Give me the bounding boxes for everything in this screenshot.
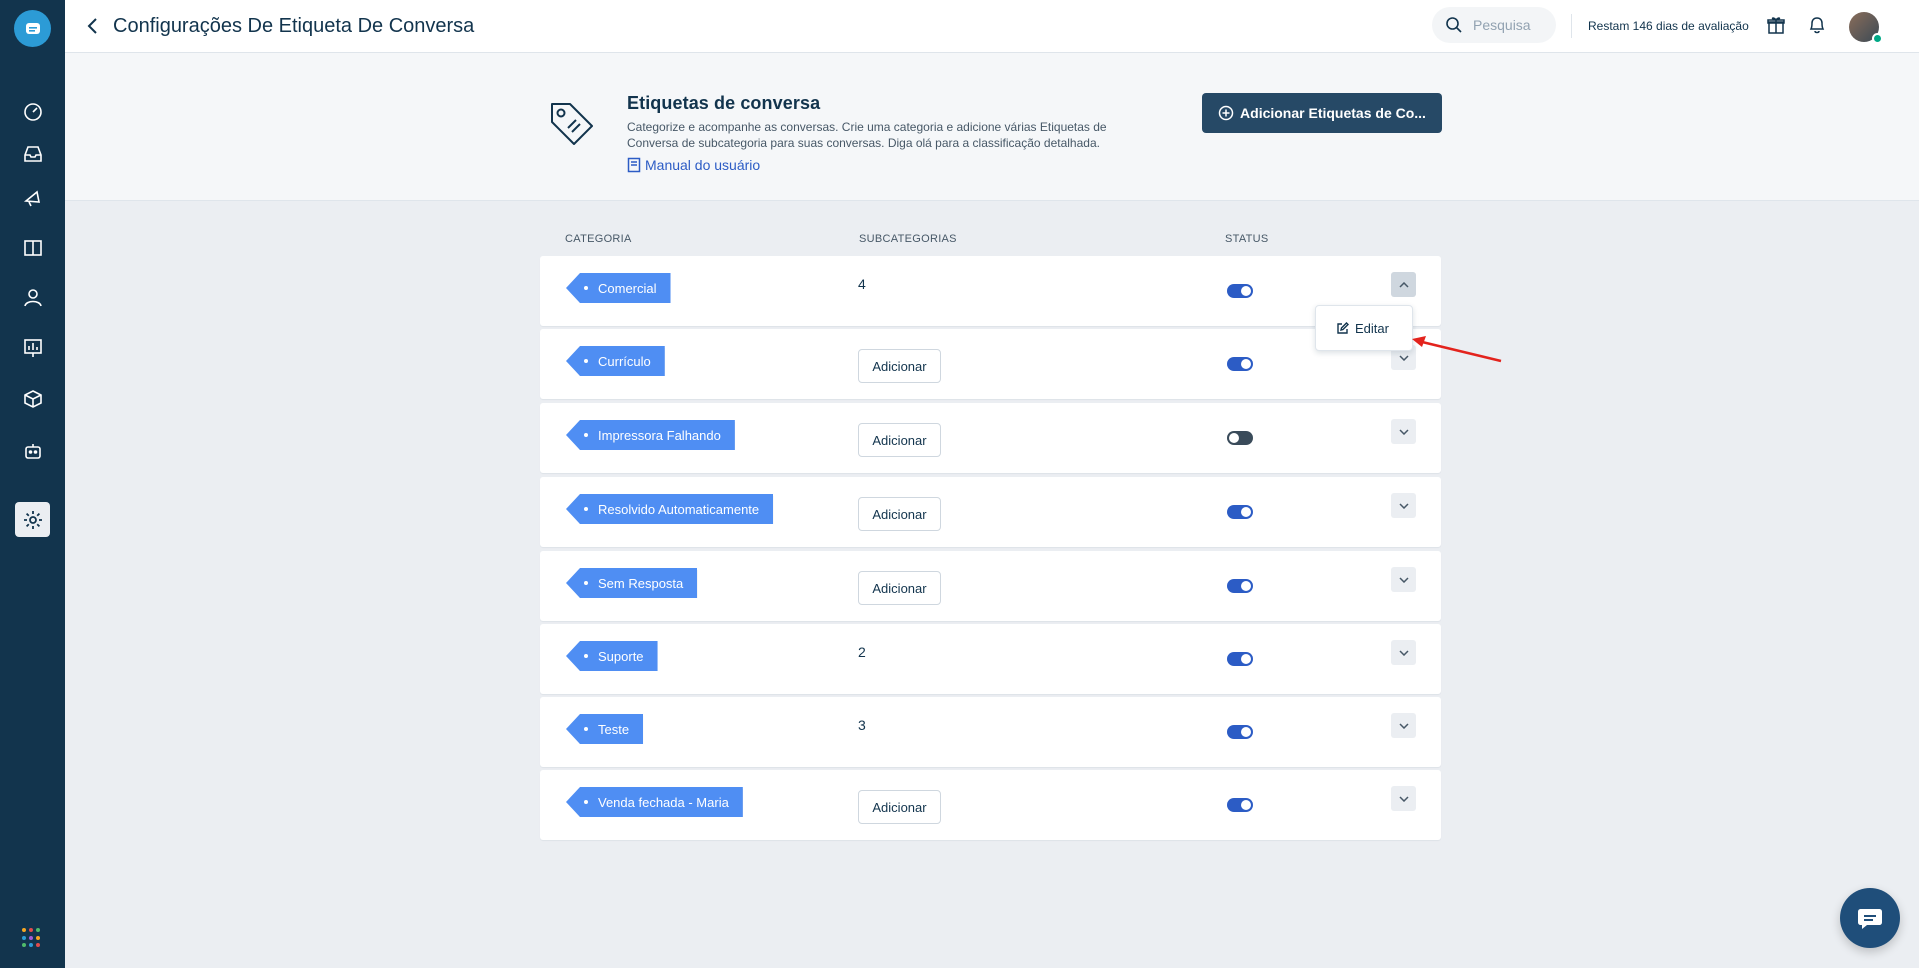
category-tag: Teste: [566, 714, 644, 744]
add-conversation-tags-button[interactable]: Adicionar Etiquetas de Co...: [1202, 93, 1442, 133]
status-toggle[interactable]: [1227, 579, 1253, 593]
contact-icon[interactable]: [15, 279, 50, 314]
edit-dropdown-menu: Editar: [1315, 305, 1413, 351]
reports-icon[interactable]: [15, 330, 50, 365]
campaign-icon[interactable]: [15, 180, 50, 215]
search-placeholder: Pesquisa: [1473, 17, 1531, 33]
subcategory-count[interactable]: 4: [858, 276, 866, 292]
book-icon[interactable]: [15, 230, 50, 265]
manual-book-icon: [627, 157, 641, 173]
column-header-subcategories: SUBCATEGORIAS: [859, 233, 957, 245]
chevron-down-icon[interactable]: [1391, 567, 1416, 592]
table-row: Suporte 2: [540, 624, 1441, 694]
add-circle-icon: [1218, 105, 1234, 121]
search-icon: [1446, 17, 1462, 33]
table-row: Venda fechada - Maria Adicionar: [540, 770, 1441, 840]
add-subcategory-button[interactable]: Adicionar: [858, 423, 941, 457]
subcategory-count[interactable]: 2: [858, 644, 866, 660]
category-tag: Suporte: [566, 641, 658, 671]
header-title: Etiquetas de conversa: [627, 93, 821, 113]
table-row: Impressora Falhando Adicionar: [540, 403, 1441, 473]
chevron-down-icon[interactable]: [1391, 786, 1416, 811]
add-subcategory-button[interactable]: Adicionar: [858, 790, 941, 824]
table-row: Comercial 4: [540, 256, 1441, 326]
table-row: Resolvido Automaticamente Adicionar: [540, 477, 1441, 547]
category-tag: Comercial: [566, 273, 671, 303]
settings-icon[interactable]: [15, 502, 50, 537]
chat-logo-icon[interactable]: [14, 10, 51, 47]
chevron-down-icon[interactable]: [1391, 713, 1416, 738]
status-toggle[interactable]: [1227, 431, 1253, 445]
tag-icon: [546, 98, 598, 155]
chevron-up-icon[interactable]: [1391, 272, 1416, 297]
column-header-category: CATEGORIA: [565, 233, 632, 245]
chat-widget-button[interactable]: [1840, 888, 1900, 948]
status-toggle[interactable]: [1227, 798, 1253, 812]
top-bar: Configurações De Etiqueta De Conversa Pe…: [65, 0, 1919, 53]
chevron-down-icon[interactable]: [1391, 493, 1416, 518]
search-input[interactable]: Pesquisa: [1432, 7, 1556, 43]
manual-link-label: Manual do usuário: [645, 157, 761, 173]
category-tag: Currículo: [566, 346, 665, 376]
bot-icon[interactable]: [15, 433, 50, 468]
table-row: Sem Resposta Adicionar: [540, 551, 1441, 621]
edit-icon: [1337, 321, 1349, 334]
add-subcategory-button[interactable]: Adicionar: [858, 497, 941, 531]
trial-status[interactable]: Restam 146 dias de avaliação: [1588, 19, 1749, 33]
add-subcategory-button[interactable]: Adicionar: [858, 349, 941, 383]
add-button-label: Adicionar Etiquetas de Co...: [1240, 105, 1426, 121]
status-toggle[interactable]: [1227, 652, 1253, 666]
chat-fab-icon: [1858, 909, 1882, 929]
online-status-indicator: [1872, 33, 1883, 44]
status-toggle[interactable]: [1227, 284, 1253, 298]
subcategory-count[interactable]: 3: [858, 717, 866, 733]
table-row: Currículo Adicionar: [540, 329, 1441, 399]
bell-icon[interactable]: [1806, 14, 1828, 36]
chevron-down-icon[interactable]: [1391, 640, 1416, 665]
category-tag: Resolvido Automaticamente: [566, 494, 774, 524]
table-row: Teste 3: [540, 697, 1441, 767]
category-tag: Venda fechada - Maria: [566, 787, 743, 817]
dashboard-icon[interactable]: [15, 94, 50, 129]
edit-menu-item[interactable]: Editar: [1355, 321, 1389, 336]
gift-icon[interactable]: [1765, 14, 1787, 36]
status-toggle[interactable]: [1227, 357, 1253, 371]
add-subcategory-button[interactable]: Adicionar: [858, 571, 941, 605]
header-description: Categorize e acompanhe as conversas. Cri…: [627, 120, 1107, 150]
annotation-arrow: [1412, 336, 1502, 363]
box-icon[interactable]: [15, 381, 50, 416]
status-toggle[interactable]: [1227, 505, 1253, 519]
column-header-status: STATUS: [1225, 233, 1269, 245]
user-manual-link[interactable]: Manual do usuário: [627, 157, 760, 173]
status-toggle[interactable]: [1227, 725, 1253, 739]
sidebar: [0, 0, 65, 968]
category-tag: Impressora Falhando: [566, 420, 735, 450]
category-tag: Sem Resposta: [566, 568, 698, 598]
inbox-icon[interactable]: [15, 136, 50, 171]
header-banner: Etiquetas de conversa Categorize e acomp…: [65, 53, 1919, 201]
divider: [1571, 14, 1572, 38]
apps-grid-icon[interactable]: [22, 928, 42, 948]
back-arrow-icon[interactable]: [81, 14, 105, 38]
chevron-down-icon[interactable]: [1391, 419, 1416, 444]
page-title: Configurações De Etiqueta De Conversa: [113, 15, 475, 37]
